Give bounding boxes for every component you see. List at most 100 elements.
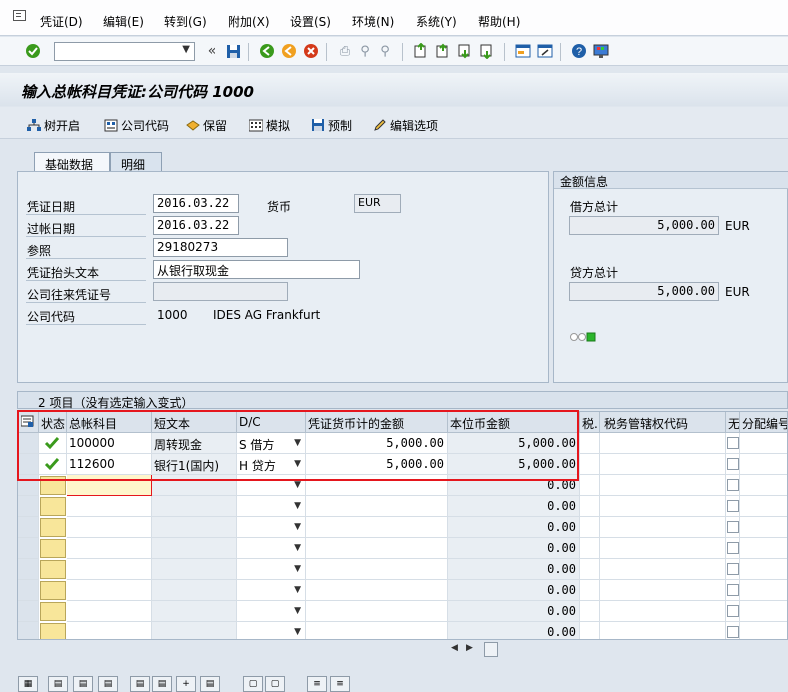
tax-jurisdiction-cell[interactable] [600, 538, 726, 559]
assignment-cell[interactable] [740, 454, 787, 475]
assignment-cell[interactable] [740, 622, 787, 639]
doc-amount-cell[interactable] [306, 559, 448, 580]
tax-jurisdiction-cell[interactable] [600, 580, 726, 601]
currency-field[interactable]: EUR [354, 194, 401, 213]
tax-jurisdiction-cell[interactable] [600, 433, 726, 454]
command-field[interactable]: ▼ [54, 42, 195, 61]
local-amount-cell[interactable]: 0.00 [448, 559, 580, 580]
column-header-status[interactable]: 状态 [39, 412, 67, 433]
customize-layout-icon[interactable] [592, 42, 610, 60]
local-amount-cell[interactable]: 0.00 [448, 601, 580, 622]
tax-cell[interactable] [580, 496, 600, 517]
assignment-cell[interactable] [740, 580, 787, 601]
assignment-cell[interactable] [740, 517, 787, 538]
local-amount-cell[interactable]: 0.00 [448, 475, 580, 496]
next-page-icon[interactable] [456, 42, 474, 60]
tax-jurisdiction-cell[interactable] [600, 454, 726, 475]
checkbox[interactable] [727, 458, 739, 470]
local-amount-cell[interactable]: 0.00 [448, 580, 580, 601]
reference-field[interactable]: 29180273 [153, 238, 288, 257]
menu-goto[interactable]: 转到(G) [164, 13, 207, 30]
menu-extras[interactable]: 附加(X) [228, 13, 270, 30]
local-amount-cell[interactable]: 5,000.00 [448, 433, 580, 454]
no-checkbox-cell[interactable] [726, 580, 740, 601]
exit-icon[interactable] [280, 42, 298, 60]
menu-document[interactable]: 凭证(D) [40, 13, 83, 30]
tax-jurisdiction-cell[interactable] [600, 622, 726, 639]
assignment-cell[interactable] [740, 538, 787, 559]
dc-cell[interactable]: ▼ [237, 517, 306, 538]
tax-cell[interactable] [580, 559, 600, 580]
header-text-field[interactable]: 从银行取现金 [153, 260, 360, 279]
tab-details[interactable]: 明细 [110, 152, 162, 172]
menu-edit[interactable]: 编辑(E) [103, 13, 144, 30]
gl-account-cell[interactable] [67, 538, 152, 559]
row-selector[interactable] [18, 601, 39, 622]
assignment-cell[interactable] [740, 496, 787, 517]
gl-account-cell[interactable] [67, 622, 152, 639]
chevron-down-icon[interactable]: ▼ [294, 627, 301, 637]
dc-cell[interactable]: ▼ [237, 601, 306, 622]
column-header-assignment[interactable]: 分配编号 [740, 412, 787, 433]
row-selector[interactable] [18, 517, 39, 538]
tree-on-button[interactable]: 树开启 [27, 117, 80, 134]
dc-cell[interactable]: ▼ [237, 622, 306, 639]
row-selector[interactable] [18, 433, 39, 454]
dc-cell[interactable]: ▼ [237, 559, 306, 580]
dc-cell[interactable]: ▼ [237, 475, 306, 496]
horizontal-scrollbar[interactable]: ◀ ▶ [448, 642, 788, 658]
menu-help[interactable]: 帮助(H) [478, 13, 520, 30]
cancel-icon[interactable] [302, 42, 320, 60]
local-amount-cell[interactable]: 0.00 [448, 496, 580, 517]
intercompany-field[interactable] [153, 282, 288, 301]
row-selector[interactable] [18, 475, 39, 496]
checkbox[interactable] [727, 563, 739, 575]
enter-icon[interactable] [24, 42, 42, 60]
tax-cell[interactable] [580, 622, 600, 639]
gl-account-cell[interactable] [67, 475, 152, 496]
column-header-gl-account[interactable]: 总帐科目 [67, 412, 152, 433]
chevron-down-icon[interactable]: ▼ [182, 44, 190, 55]
simulate-button[interactable]: 模拟 [248, 117, 290, 134]
tax-cell[interactable] [580, 580, 600, 601]
checkbox[interactable] [727, 584, 739, 596]
row-selector[interactable] [18, 496, 39, 517]
previous-page-icon[interactable] [434, 42, 452, 60]
no-checkbox-cell[interactable] [726, 538, 740, 559]
gl-account-cell[interactable] [67, 496, 152, 517]
dc-cell[interactable]: ▼ [237, 580, 306, 601]
doc-amount-cell[interactable] [306, 622, 448, 639]
row-selector[interactable] [18, 622, 39, 639]
no-checkbox-cell[interactable] [726, 601, 740, 622]
first-page-icon[interactable] [412, 42, 430, 60]
no-checkbox-cell[interactable] [726, 517, 740, 538]
tax-cell[interactable] [580, 454, 600, 475]
tax-jurisdiction-cell[interactable] [600, 496, 726, 517]
tax-jurisdiction-cell[interactable] [600, 601, 726, 622]
create-session-icon[interactable] [514, 42, 532, 60]
tax-jurisdiction-cell[interactable] [600, 475, 726, 496]
no-checkbox-cell[interactable] [726, 433, 740, 454]
tax-cell[interactable] [580, 538, 600, 559]
column-header-tax[interactable]: 税. [580, 412, 600, 433]
no-checkbox-cell[interactable] [726, 559, 740, 580]
chevron-down-icon[interactable]: ▼ [294, 522, 301, 532]
menu-settings[interactable]: 设置(S) [290, 13, 331, 30]
assignment-cell[interactable] [740, 475, 787, 496]
checkbox[interactable] [727, 626, 739, 638]
chevron-down-icon[interactable]: ▼ [294, 438, 301, 448]
tax-cell[interactable] [580, 475, 600, 496]
gl-account-cell[interactable] [67, 601, 152, 622]
scroll-thumb[interactable] [484, 642, 498, 657]
gl-account-cell[interactable] [67, 559, 152, 580]
local-amount-cell[interactable]: 0.00 [448, 517, 580, 538]
menu-environment[interactable]: 环境(N) [352, 13, 394, 30]
tax-jurisdiction-cell[interactable] [600, 517, 726, 538]
gl-account-cell[interactable] [67, 517, 152, 538]
chevron-down-icon[interactable]: ▼ [294, 564, 301, 574]
checkbox[interactable] [727, 479, 739, 491]
doc-amount-cell[interactable]: 5,000.00 [306, 454, 448, 475]
assignment-cell[interactable] [740, 433, 787, 454]
doc-amount-cell[interactable]: 5,000.00 [306, 433, 448, 454]
dc-cell[interactable]: ▼ [237, 538, 306, 559]
